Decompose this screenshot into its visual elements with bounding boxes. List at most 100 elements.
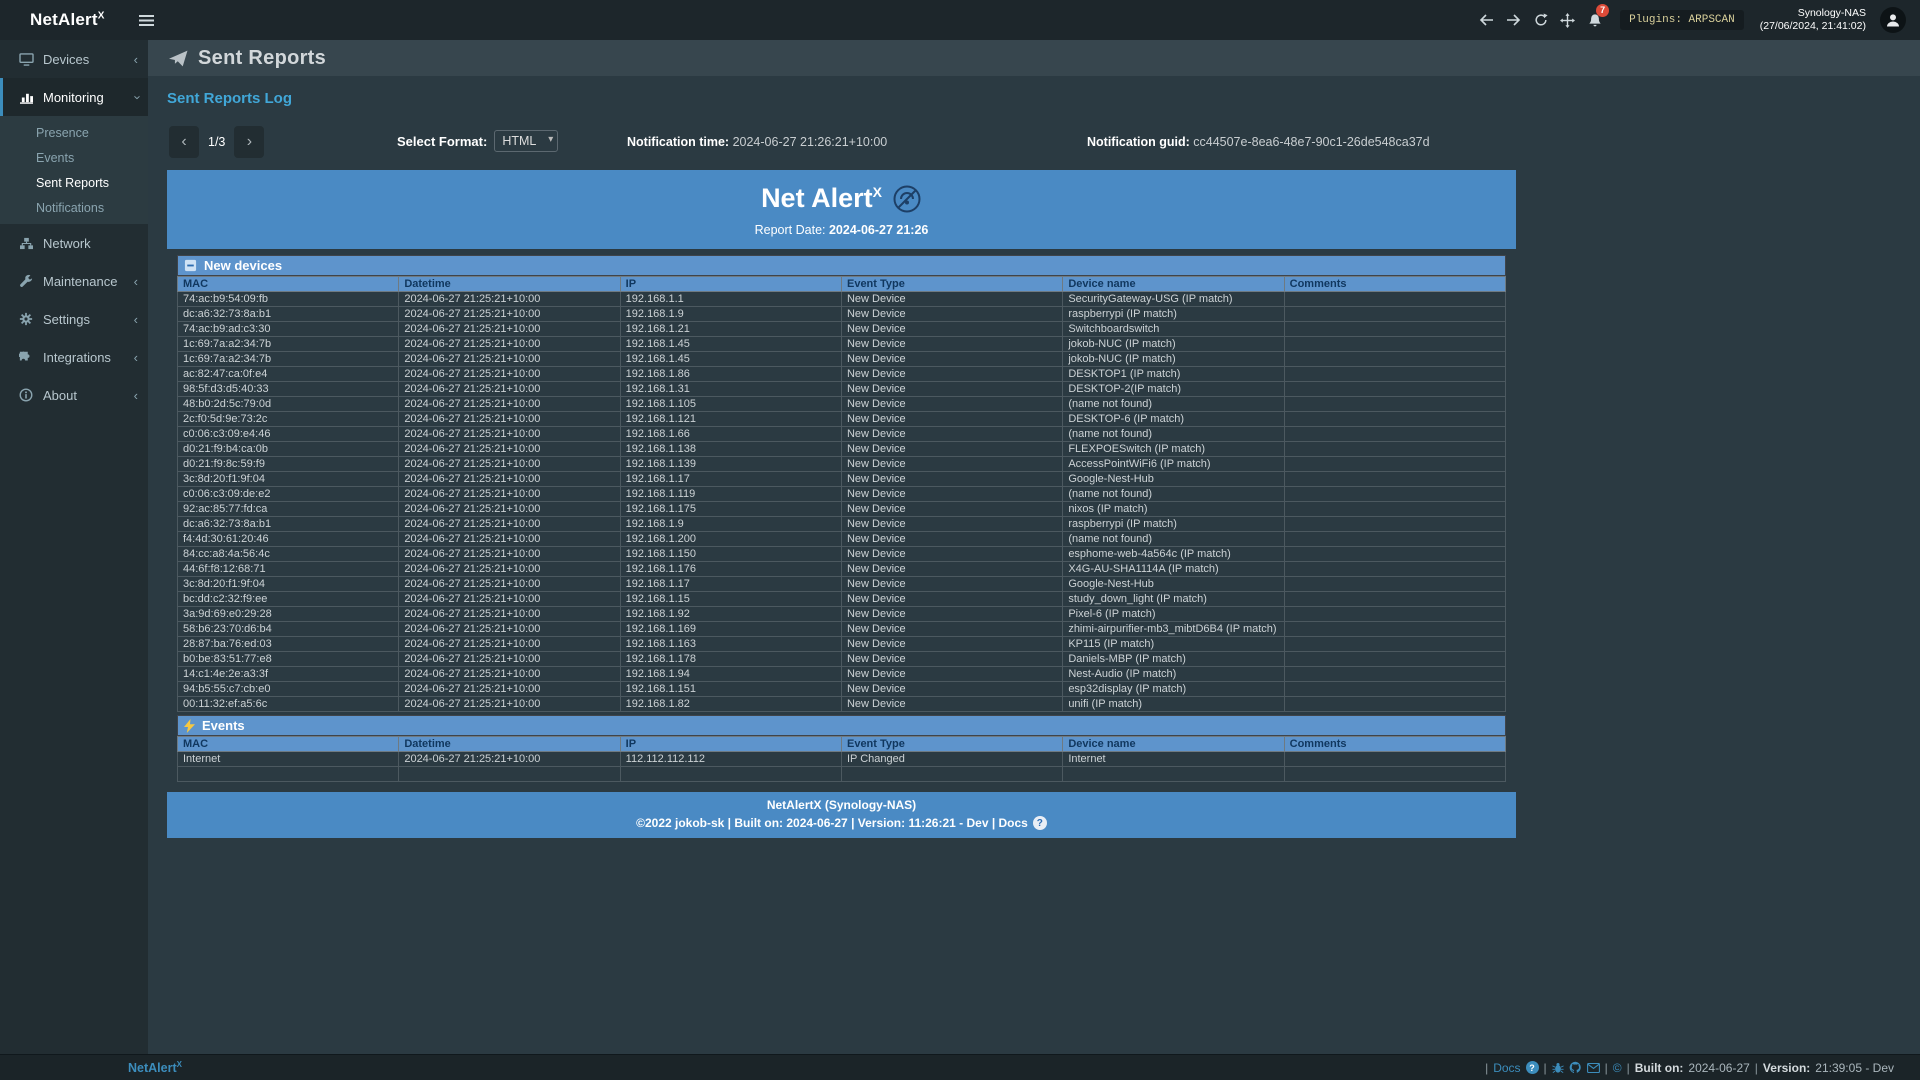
report-header: Net AlertX Report Date: 2024-06-27 21:26	[167, 170, 1516, 249]
mac-cell[interactable]: 00:11:32:ef:a5:6c	[178, 697, 399, 712]
cell: 2024-06-27 21:25:21+10:00	[399, 682, 620, 697]
cell: jokob-NUC (IP match)	[1063, 337, 1284, 352]
sidebar-item-about[interactable]: About ‹	[0, 376, 148, 414]
sidebar-subitem-events[interactable]: Events	[0, 145, 148, 170]
sidebar-item-network[interactable]: Network	[0, 224, 148, 262]
mac-cell[interactable]: 3c:8d:20:f1:9f:04	[178, 577, 399, 592]
mac-cell[interactable]: 94:b5:55:c7:cb:e0	[178, 682, 399, 697]
mail-icon[interactable]	[1587, 1063, 1600, 1073]
cell	[1284, 517, 1505, 532]
cell: 2024-06-27 21:25:21+10:00	[399, 752, 620, 767]
cell	[1284, 667, 1505, 682]
sidebar-item-label: Network	[43, 236, 91, 251]
bug-icon[interactable]	[1552, 1062, 1564, 1074]
table-row: 14:c1:4e:2e:a3:3f2024-06-27 21:25:21+10:…	[178, 667, 1506, 682]
cell: IP Changed	[841, 752, 1062, 767]
sidebar-item-maintenance[interactable]: Maintenance ‹	[0, 262, 148, 300]
cell: (name not found)	[1063, 427, 1284, 442]
mac-cell[interactable]: d0:21:f9:b4:ca:0b	[178, 442, 399, 457]
cell: esphome-web-4a564c (IP match)	[1063, 547, 1284, 562]
sidebar-toggle-button[interactable]	[126, 0, 166, 40]
cell: New Device	[841, 607, 1062, 622]
mac-cell[interactable]: 44:6f:f8:12:68:71	[178, 562, 399, 577]
table-row: 1c:69:7a:a2:34:7b2024-06-27 21:25:21+10:…	[178, 337, 1506, 352]
cell	[841, 767, 1062, 782]
host-time: (27/06/2024, 21:41:02)	[1760, 20, 1866, 33]
mac-cell[interactable]: 92:ac:85:77:fd:ca	[178, 502, 399, 517]
mac-cell[interactable]: 1c:69:7a:a2:34:7b	[178, 352, 399, 367]
next-page-button[interactable]: ›	[234, 126, 264, 158]
table-header-row: MAC Datetime IP Event Type Device name C…	[178, 737, 1506, 752]
sidebar-subitem-notifications[interactable]: Notifications	[0, 195, 148, 220]
back-arrow-icon[interactable]	[1473, 0, 1500, 40]
mac-cell[interactable]: 74:ac:b9:ad:c3:30	[178, 322, 399, 337]
version-value: 21:39:05 - Dev	[1815, 1061, 1894, 1075]
move-icon[interactable]	[1554, 0, 1581, 40]
mac-cell[interactable]: 48:b0:2d:5c:79:0d	[178, 397, 399, 412]
mac-cell[interactable]: 3c:8d:20:f1:9f:04	[178, 472, 399, 487]
mac-cell[interactable]: 58:b6:23:70:d6:b4	[178, 622, 399, 637]
docs-help-icon[interactable]: ?	[1033, 816, 1047, 830]
prev-page-button[interactable]: ‹	[169, 126, 199, 158]
user-avatar[interactable]	[1880, 7, 1906, 33]
mac-cell[interactable]: 84:cc:a8:4a:56:4c	[178, 547, 399, 562]
table-row: 98:5f:d3:d5:40:332024-06-27 21:25:21+10:…	[178, 382, 1506, 397]
footer-docs-link[interactable]: Docs	[1493, 1061, 1520, 1075]
sidebar-item-label: Maintenance	[43, 274, 117, 289]
cell: 192.168.1.138	[620, 442, 841, 457]
github-icon[interactable]	[1569, 1061, 1582, 1074]
mac-cell[interactable]: c0:06:c3:09:e4:46	[178, 427, 399, 442]
page-footer: NetAlertX | Docs ? | | © | Built on: 202…	[0, 1054, 1920, 1080]
cell	[1284, 427, 1505, 442]
sidebar-item-settings[interactable]: Settings ‹	[0, 300, 148, 338]
report-footer-credits: ©2022 jokob-sk | Built on: 2024-06-27 | …	[636, 816, 1028, 830]
notifications-bell-icon[interactable]: 7	[1581, 0, 1608, 40]
cell: New Device	[841, 472, 1062, 487]
mac-cell[interactable]: 74:ac:b9:54:09:fb	[178, 292, 399, 307]
sidebar-item-monitoring[interactable]: Monitoring ‹	[0, 78, 148, 116]
cell: New Device	[841, 397, 1062, 412]
format-label: Select Format:	[397, 134, 487, 149]
mac-cell[interactable]: bc:dd:c2:32:f9:ee	[178, 592, 399, 607]
sidebar-item-devices[interactable]: Devices ‹	[0, 40, 148, 78]
cell: 2024-06-27 21:25:21+10:00	[399, 502, 620, 517]
app-logo[interactable]: NetAlertX	[0, 10, 126, 30]
cell: 192.168.1.176	[620, 562, 841, 577]
mac-cell[interactable]: b0:be:83:51:77:e8	[178, 652, 399, 667]
sent-reports-log-link[interactable]: Sent Reports Log	[167, 90, 292, 107]
footer-brand[interactable]: NetAlertX	[128, 1060, 182, 1075]
mac-cell[interactable]: ac:82:47:ca:0f:e4	[178, 367, 399, 382]
cell: New Device	[841, 577, 1062, 592]
cell: 192.168.1.150	[620, 547, 841, 562]
cell: study_down_light (IP match)	[1063, 592, 1284, 607]
format-select[interactable]: HTML	[494, 130, 558, 152]
cell: 192.168.1.9	[620, 517, 841, 532]
notification-guid-label: Notification guid:	[1087, 135, 1190, 149]
forward-arrow-icon[interactable]	[1500, 0, 1527, 40]
copyright-icon[interactable]: ©	[1613, 1061, 1622, 1075]
cell	[1284, 322, 1505, 337]
sidebar-subitem-sent-reports[interactable]: Sent Reports	[0, 170, 148, 195]
mac-cell[interactable]: 28:87:ba:76:ed:03	[178, 637, 399, 652]
sidebar-subitem-presence[interactable]: Presence	[0, 120, 148, 145]
refresh-icon[interactable]	[1527, 0, 1554, 40]
mac-cell[interactable]: 3a:9d:69:e0:29:28	[178, 607, 399, 622]
mac-cell[interactable]: 98:5f:d3:d5:40:33	[178, 382, 399, 397]
mac-cell[interactable]: 2c:f0:5d:9e:73:2c	[178, 412, 399, 427]
mac-cell[interactable]: dc:a6:32:73:8a:b1	[178, 517, 399, 532]
col-comments: Comments	[1284, 737, 1505, 752]
mac-cell[interactable]: f4:4d:30:61:20:46	[178, 532, 399, 547]
mac-cell[interactable]: d0:21:f9:8c:59:f9	[178, 457, 399, 472]
help-icon[interactable]: ?	[1526, 1061, 1539, 1074]
mac-cell[interactable]: 1c:69:7a:a2:34:7b	[178, 337, 399, 352]
mac-cell[interactable]: c0:06:c3:09:de:e2	[178, 487, 399, 502]
plugins-badge[interactable]: Plugins: ARPSCAN	[1620, 10, 1744, 30]
cell: (name not found)	[1063, 487, 1284, 502]
col-event-type: Event Type	[841, 737, 1062, 752]
mac-cell[interactable]: 14:c1:4e:2e:a3:3f	[178, 667, 399, 682]
notification-time-value: 2024-06-27 21:26:21+10:00	[733, 135, 888, 149]
mac-cell[interactable]: dc:a6:32:73:8a:b1	[178, 307, 399, 322]
separator: |	[1485, 1061, 1488, 1075]
cell: 2024-06-27 21:25:21+10:00	[399, 577, 620, 592]
sidebar-item-integrations[interactable]: Integrations ‹	[0, 338, 148, 376]
